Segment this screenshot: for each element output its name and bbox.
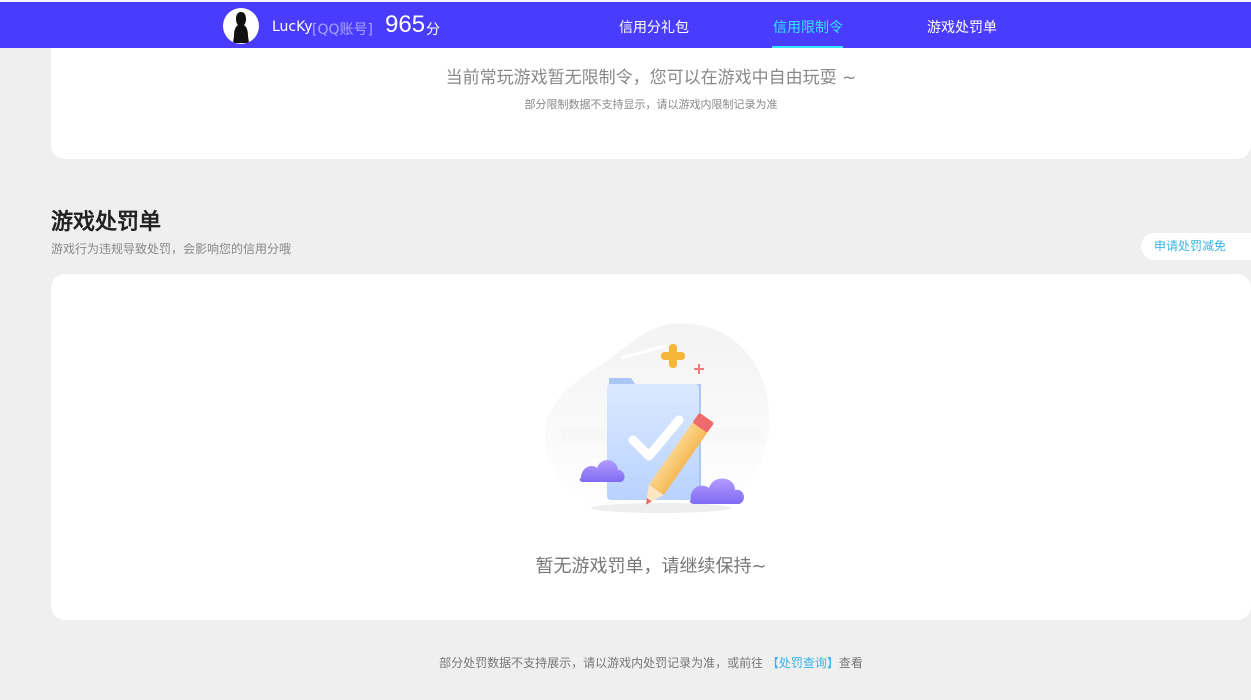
- nav-game-penalty[interactable]: 游戏处罚单: [927, 17, 997, 37]
- restriction-card: 当前常玩游戏暂无限制令，您可以在游戏中自由玩耍 ~ 部分限制数据不支持显示，请以…: [51, 48, 1251, 159]
- section-title: 游戏处罚单: [51, 210, 162, 235]
- username: LucKy: [272, 19, 313, 35]
- restriction-empty-message: 当前常玩游戏暂无限制令，您可以在游戏中自由玩耍 ~: [445, 68, 857, 88]
- account-type-tag: [QQ账号]: [312, 22, 373, 38]
- footer-text-end: 查看: [838, 656, 863, 670]
- top-navigation-bar: LucKy [QQ账号] 965 分 信用分礼包 信用限制令 游戏处罚单: [0, 0, 1251, 48]
- penalty-empty-message: 暂无游戏罚单，请继续保持~: [535, 556, 767, 577]
- credit-score-unit: 分: [426, 22, 440, 38]
- nav-credit-gift[interactable]: 信用分礼包: [619, 17, 689, 37]
- avatar[interactable]: [223, 8, 259, 44]
- section-subtitle: 游戏行为违规导致处罚，会影响您的信用分哦: [51, 242, 292, 256]
- footer-note: 部分处罚数据不支持展示，请以游戏内处罚记录为准，或前往 【处罚查询】查看: [0, 654, 1251, 671]
- penalty-query-link[interactable]: 【处罚查询】: [767, 656, 839, 670]
- footer-text: 部分处罚数据不支持展示，请以游戏内处罚记录为准，或前往: [439, 656, 767, 670]
- nav-credit-restriction[interactable]: 信用限制令: [773, 17, 843, 37]
- empty-state-illustration: [544, 323, 770, 517]
- restriction-note: 部分限制数据不支持显示，请以游戏内限制记录为准: [524, 98, 778, 111]
- penalty-card: 暂无游戏罚单，请继续保持~: [51, 274, 1251, 620]
- credit-score: 965: [385, 11, 426, 38]
- apply-penalty-reduction-button[interactable]: 申请处罚减免: [1141, 233, 1251, 260]
